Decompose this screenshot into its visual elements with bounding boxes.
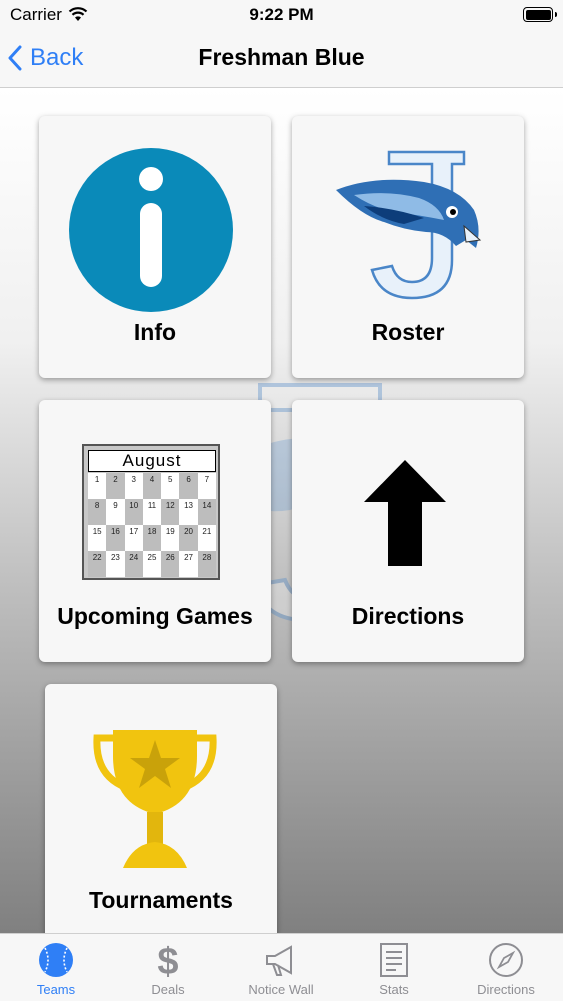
calendar-day: 5 xyxy=(161,473,180,499)
calendar-day: 20 xyxy=(179,525,198,551)
tournaments-tile[interactable]: Tournaments xyxy=(45,684,277,933)
calendar-day: 26 xyxy=(161,551,180,577)
tab-teams[interactable]: Teams xyxy=(0,934,112,1001)
calendar-day: 27 xyxy=(179,551,198,577)
upcoming-games-tile[interactable]: August 1 2 3 4 5 6 7 8 9 10 11 12 13 14 15 16 17 18 19 20 21… xyxy=(39,400,271,662)
tab-directions[interactable]: Directions xyxy=(450,934,562,1001)
tab-label: Directions xyxy=(477,982,535,997)
calendar-day: 13 xyxy=(179,499,198,525)
calendar-day: 7 xyxy=(197,473,216,499)
info-tile[interactable]: Info xyxy=(39,116,271,378)
status-bar: Carrier 9:22 PM xyxy=(0,0,563,32)
baseball-icon xyxy=(39,943,73,977)
megaphone-icon xyxy=(266,945,292,976)
tournaments-label: Tournaments xyxy=(89,887,233,913)
calendar-day: 25 xyxy=(142,551,162,577)
calendar-day: 14 xyxy=(197,499,216,525)
calendar-day: 24 xyxy=(124,551,143,577)
calendar-day: 2 xyxy=(106,473,125,499)
tab-label: Stats xyxy=(379,982,409,997)
info-icon xyxy=(69,148,233,312)
calendar-day: 6 xyxy=(179,473,198,499)
calendar-day: 4 xyxy=(142,473,162,499)
calendar-day: 28 xyxy=(197,551,216,577)
calendar-day: 22 xyxy=(88,551,107,577)
calendar-month: August xyxy=(88,450,216,472)
info-label: Info xyxy=(133,319,177,345)
calendar-day: 9 xyxy=(106,499,125,525)
tab-label: Deals xyxy=(151,982,185,997)
calendar-day: 1 xyxy=(88,473,107,499)
roster-tile[interactable]: Roster xyxy=(292,116,524,378)
calendar-day: 12 xyxy=(161,499,180,525)
compass-icon xyxy=(489,943,523,977)
directions-tile[interactable]: Directions xyxy=(292,400,524,662)
calendar-day: 21 xyxy=(197,525,216,551)
tab-bar: Teams $ Deals Notice Wall Stats Directio… xyxy=(0,933,563,1001)
calendar-grid: 1 2 3 4 5 6 7 8 9 10 11 12 13 14 15 16 17 18 19 20 21 22 23 24 2… xyxy=(88,473,216,577)
calendar-day: 16 xyxy=(106,525,125,551)
directions-label: Directions xyxy=(351,603,465,629)
bluejay-logo-icon xyxy=(336,150,482,300)
trophy-icon xyxy=(93,730,217,868)
clock: 9:22 PM xyxy=(249,5,314,24)
document-icon xyxy=(380,943,408,977)
calendar-icon: August 1 2 3 4 5 6 7 8 9 10 11 12 13 14 15 16 17 18 19 20 21… xyxy=(82,444,220,580)
tab-label: Notice Wall xyxy=(248,982,314,997)
calendar-day: 8 xyxy=(88,499,107,525)
tile-grid: Info Roster August 1 2 3 4 5 6 7 8 9 10 11 12 13 14 15… xyxy=(0,88,563,933)
roster-label: Roster xyxy=(371,319,445,345)
upcoming-games-label: Upcoming Games xyxy=(57,603,253,629)
tab-label: Teams xyxy=(36,982,76,997)
calendar-day: 3 xyxy=(124,473,143,499)
calendar-day: 19 xyxy=(161,525,180,551)
battery-icon xyxy=(523,7,557,22)
dollar-icon: $ xyxy=(157,942,178,978)
calendar-day: 15 xyxy=(88,525,107,551)
up-arrow-icon xyxy=(364,460,446,566)
tab-deals[interactable]: $ Deals xyxy=(112,934,224,1001)
page-title: Freshman Blue xyxy=(198,44,365,70)
calendar-day: 23 xyxy=(106,551,125,577)
calendar-day: 18 xyxy=(142,525,162,551)
svg-text:$: $ xyxy=(157,942,178,978)
calendar-day: 10 xyxy=(124,499,143,525)
tab-notice-wall[interactable]: Notice Wall xyxy=(225,934,337,1001)
tab-stats[interactable]: Stats xyxy=(338,934,450,1001)
calendar-day: 11 xyxy=(142,499,162,525)
calendar-day: 17 xyxy=(124,525,143,551)
navigation-bar: Back Freshman Blue xyxy=(0,32,563,88)
